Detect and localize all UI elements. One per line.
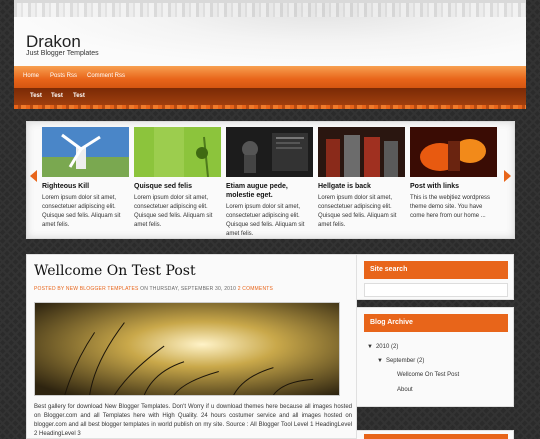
top-nav: Home Posts Rss Comment Rss [14, 66, 526, 88]
archive-year-count: (2) [390, 344, 399, 350]
next-widget [356, 430, 514, 439]
plant-thumbnail[interactable] [134, 127, 221, 177]
search-widget-title: Site search [364, 261, 508, 279]
post-meta: POSTED BY NEW BLOGGER TEMPLATES ON THURS… [34, 286, 273, 292]
slide-excerpt: Lorem ipsum dolor sit amet, consectetuer… [318, 195, 397, 228]
archive-year-label[interactable]: 2010 [376, 344, 389, 350]
category-tab[interactable]: Test [73, 93, 85, 99]
blog-title[interactable]: Drakon [26, 32, 81, 52]
archive-widget: Blog Archive ▼ 2010 (2) ▼ September (2) We… [356, 307, 514, 407]
slide-item[interactable]: Righteous Kill Lorem ipsum dolor sit ame… [42, 127, 129, 230]
expand-triangle-icon[interactable]: ▼ [367, 344, 373, 350]
page-wrapper: Drakon Just Blogger Templates Home Posts… [14, 0, 526, 439]
archive-month-item[interactable]: ▼ September (2) [377, 358, 424, 364]
blog-post: Wellcome On Test Post POSTED BY NEW BLOG… [26, 254, 357, 439]
archive-post-link[interactable]: Wellcome On Test Post [397, 372, 459, 378]
archive-month-count: (2) [416, 358, 425, 364]
nav-torn-edge [14, 105, 526, 109]
archive-widget-title: Blog Archive [364, 314, 508, 332]
slide-excerpt: Lorem ipsum dolor sit amet, consectetuer… [226, 204, 305, 237]
nav-home-link[interactable]: Home [23, 73, 39, 79]
header-texture [14, 3, 526, 17]
slide-item[interactable]: Post with links This is the webjtiez wor… [410, 127, 497, 221]
post-author[interactable]: POSTED BY NEW BLOGGER TEMPLATES [34, 286, 139, 292]
post-body: Best gallery for download New Blogger Te… [34, 404, 352, 437]
fire-thumbnail[interactable] [410, 127, 497, 177]
featured-slider: Righteous Kill Lorem ipsum dolor sit ame… [26, 121, 515, 239]
game-thumbnail[interactable] [318, 127, 405, 177]
search-input[interactable] [364, 283, 508, 297]
slide-title[interactable]: Post with links [410, 182, 497, 191]
archive-post-link[interactable]: About [397, 387, 413, 393]
dark-web-thumbnail[interactable] [226, 127, 313, 177]
slide-excerpt: This is the webjtiez wordpress theme dem… [410, 195, 491, 219]
category-tab[interactable]: Test [30, 93, 42, 99]
expand-triangle-icon[interactable]: ▼ [377, 358, 383, 364]
post-date: ON THURSDAY, SEPTEMBER 30, 2010 [140, 286, 237, 292]
post-image [34, 302, 340, 396]
slide-title[interactable]: Righteous Kill [42, 182, 129, 191]
site-header: Drakon Just Blogger Templates [14, 0, 526, 66]
category-nav: Test Test Test [14, 88, 526, 109]
slide-title[interactable]: Quisque sed felis [134, 182, 221, 191]
slide-item[interactable]: Quisque sed felis Lorem ipsum dolor sit … [134, 127, 221, 230]
slide-title[interactable]: Hellgate is back [318, 182, 405, 191]
slide-item[interactable]: Hellgate is back Lorem ipsum dolor sit a… [318, 127, 405, 230]
post-comments-link[interactable]: 2 COMMENTS [238, 286, 273, 292]
slide-item[interactable]: Etiam augue pede, molestie eget. Lorem i… [226, 127, 313, 239]
slider-prev-arrow-icon[interactable] [30, 170, 37, 182]
category-tab[interactable]: Test [51, 93, 63, 99]
archive-month-label[interactable]: September [386, 358, 415, 364]
post-title[interactable]: Wellcome On Test Post [34, 263, 196, 279]
nav-comment-rss-link[interactable]: Comment Rss [87, 73, 125, 79]
slide-title[interactable]: Etiam augue pede, molestie eget. [226, 182, 313, 200]
slider-next-arrow-icon[interactable] [504, 170, 511, 182]
slide-excerpt: Lorem ipsum dolor sit amet, consectetuer… [134, 195, 213, 228]
nav-posts-rss-link[interactable]: Posts Rss [50, 73, 77, 79]
search-widget: Site search [356, 254, 514, 300]
archive-year-item[interactable]: ▼ 2010 (2) [367, 344, 398, 350]
blog-description: Just Blogger Templates [26, 50, 99, 57]
slide-excerpt: Lorem ipsum dolor sit amet, consectetuer… [42, 195, 121, 228]
windmill-thumbnail[interactable] [42, 127, 129, 177]
next-widget-title-bar [364, 434, 508, 439]
